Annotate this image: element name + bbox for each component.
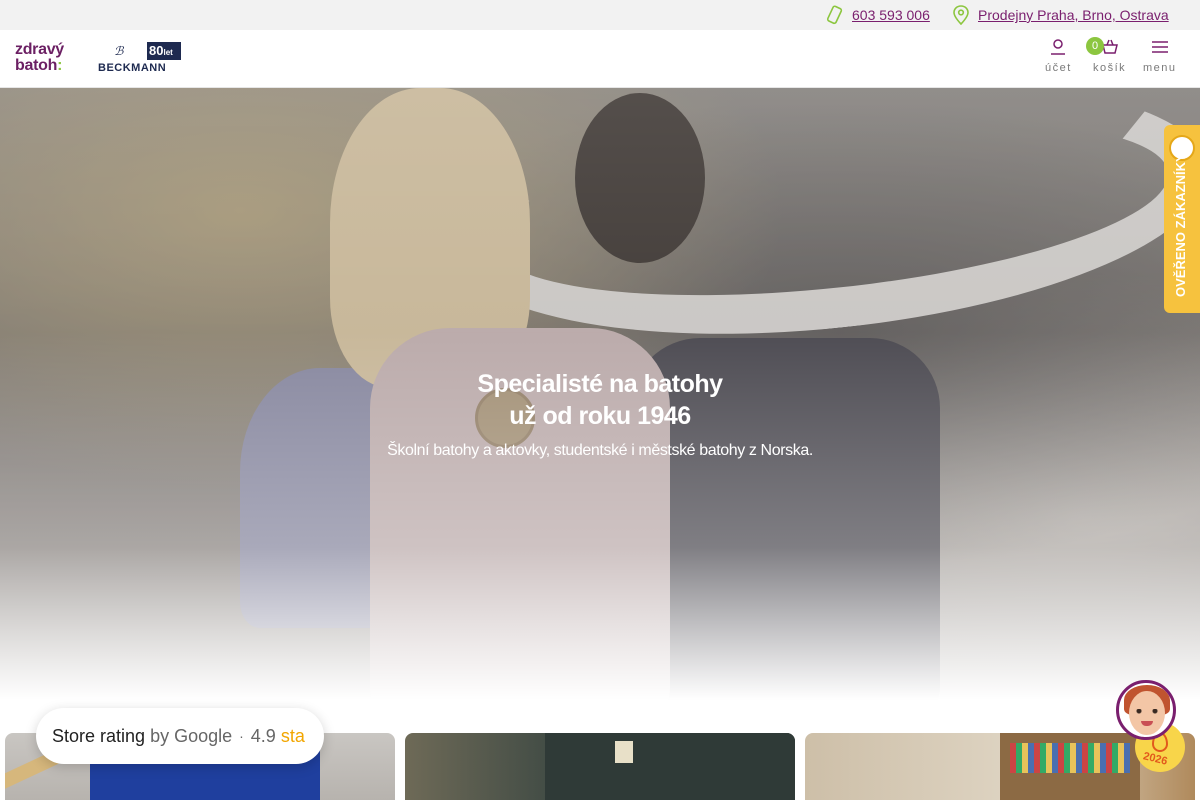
hero-title-line1: Specialisté na batohy [477, 370, 723, 398]
top-info-bar: 603 593 006 Prodejny Praha, Brno, Ostrav… [0, 0, 1200, 30]
site-header: zdravý batoh: ℬ 80let BECKMANN účet 0 ko… [0, 30, 1200, 88]
anniversary-badge: 80let [147, 42, 181, 60]
phone-icon [826, 5, 843, 25]
hero-text: Specialisté na batohy už od roku 1946 Šk… [0, 368, 1200, 460]
menu-button[interactable]: menu [1143, 38, 1177, 74]
logo-line2: batoh: [15, 57, 81, 74]
hero-title-line2: už od roku 1946 [509, 402, 691, 430]
card2-drawing [615, 741, 633, 763]
partner-name: BECKMANN [98, 62, 167, 74]
site-logo[interactable]: zdravý batoh: [15, 42, 81, 76]
location-pin-icon [953, 5, 969, 25]
account-label: účet [1045, 62, 1072, 74]
partner-signature-icon: ℬ [114, 44, 124, 58]
logo-line1: zdravý [15, 41, 64, 58]
assistant-eyes [1136, 709, 1158, 714]
stores-link[interactable]: Prodejny Praha, Brno, Ostrava [978, 7, 1169, 23]
card3-books [1010, 743, 1130, 773]
card2-blackboard [545, 733, 795, 800]
logo-line2-text: batoh [15, 57, 58, 74]
rating-label: Store rating [52, 725, 146, 746]
account-button[interactable]: účet [1045, 38, 1072, 74]
menu-label: menu [1143, 62, 1177, 74]
rating-source: by Google [150, 725, 233, 746]
hero-subtitle: Školní batohy a aktovky, studentské i mě… [387, 442, 813, 459]
category-card-2[interactable] [405, 733, 795, 800]
stores-contact[interactable]: Prodejny Praha, Brno, Ostrava [952, 0, 1169, 30]
anniversary-suffix: let [163, 48, 173, 57]
rating-score: 4.9 [250, 725, 276, 746]
logo-smile-icon: : [57, 57, 63, 74]
rating-separator: · [239, 728, 244, 744]
user-icon [1051, 39, 1066, 55]
hero-title: Specialisté na batohy už od roku 1946 [0, 368, 1200, 432]
anniversary-years: 80 [149, 43, 164, 58]
partner-logo[interactable]: ℬ 80let BECKMANN [96, 41, 182, 77]
store-rating-widget[interactable]: Store rating by Google · 4.9 sta [36, 708, 324, 764]
cart-count-badge: 0 [1086, 37, 1104, 55]
cart-label: košík [1093, 62, 1127, 74]
chat-assistant-button[interactable] [1116, 680, 1176, 740]
verified-customers-badge[interactable]: OVĚŘENO ZÁKAZNÍKY [1164, 125, 1200, 313]
phone-contact[interactable]: 603 593 006 [826, 0, 930, 30]
promo-year: 2026 [1141, 750, 1169, 768]
cart-button[interactable]: 0 košík [1086, 37, 1127, 74]
verified-label: OVĚŘENO ZÁKAZNÍKY [1173, 153, 1188, 297]
rating-stars: sta [280, 725, 305, 746]
phone-link[interactable]: 603 593 006 [852, 7, 930, 23]
hamburger-icon [1151, 41, 1168, 53]
